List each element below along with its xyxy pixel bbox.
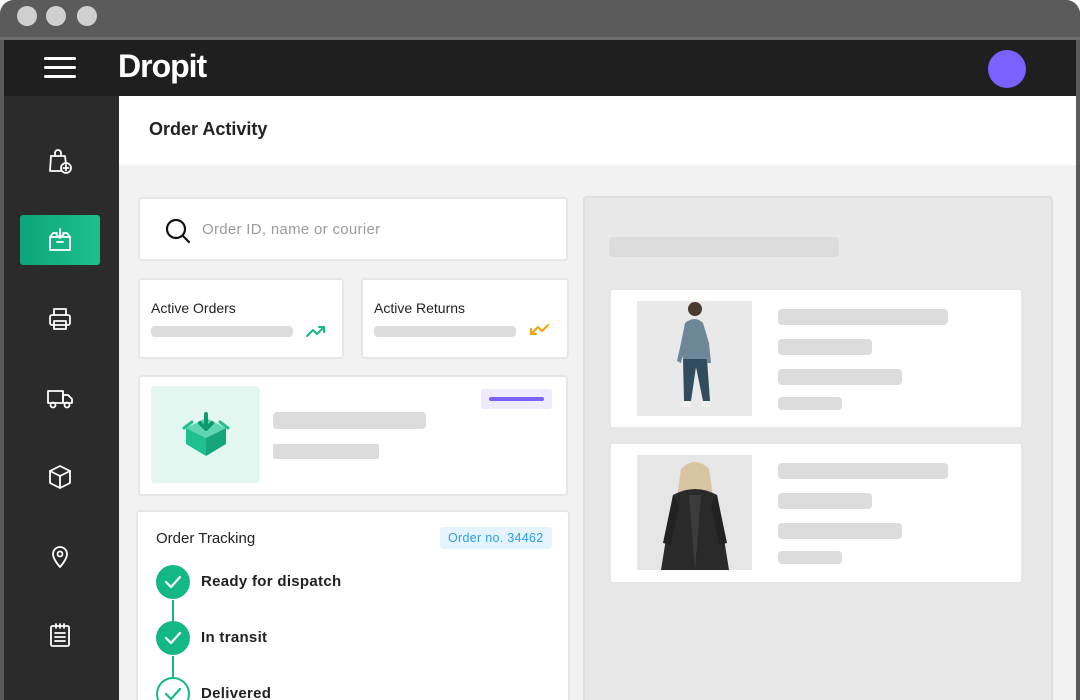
status-badge: [481, 389, 552, 409]
sidebar-item-reports[interactable]: [20, 610, 100, 660]
step-label: Ready for dispatch: [201, 573, 342, 590]
order-tracking-card: Order Tracking Order no. 34462 Ready for…: [136, 510, 570, 700]
sidebar-item-locations[interactable]: [20, 531, 100, 581]
loading-placeholder: [273, 412, 426, 429]
loading-placeholder: [374, 326, 516, 337]
package-icon: [49, 465, 71, 489]
user-avatar[interactable]: [988, 50, 1026, 88]
active-returns-card[interactable]: Active Returns: [361, 278, 569, 359]
app-window: Dropit Order Activity Order ID, name or …: [0, 0, 1080, 700]
loading-placeholder: [778, 493, 872, 509]
check-icon: [156, 565, 190, 599]
search-icon: [165, 218, 191, 244]
sidebar-item-shipping[interactable]: [20, 373, 100, 423]
window-close-button[interactable]: [17, 6, 37, 26]
location-pin-icon: [52, 546, 68, 568]
order-detail-panel: [583, 196, 1053, 700]
box-download-icon: [49, 228, 71, 251]
stat-label: Active Orders: [151, 300, 236, 316]
page-title: Order Activity: [149, 119, 268, 139]
sidebar: [4, 96, 119, 700]
loading-placeholder: [778, 369, 902, 385]
clipboard-list-icon: [50, 623, 70, 647]
loading-placeholder: [778, 463, 948, 479]
order-summary-card[interactable]: [138, 375, 568, 496]
loading-placeholder: [778, 397, 842, 410]
loading-placeholder: [151, 326, 293, 337]
check-icon: [156, 621, 190, 655]
loading-placeholder: [778, 523, 902, 539]
step-label: In transit: [201, 629, 268, 646]
sidebar-item-shop[interactable]: [20, 136, 100, 186]
loading-placeholder: [273, 444, 379, 459]
main-content: Order Activity Active Orders Active Retu…: [119, 96, 1076, 700]
step-connector: [172, 600, 174, 622]
product-photo: [637, 455, 752, 570]
box-illustration: [151, 386, 260, 483]
printer-icon: [49, 308, 71, 330]
sidebar-item-print[interactable]: [20, 294, 100, 344]
loading-placeholder: [609, 237, 839, 257]
window-minimize-button[interactable]: [46, 6, 66, 26]
trend-down-icon: [530, 324, 549, 335]
product-card[interactable]: [609, 288, 1023, 429]
app-bar: Dropit: [4, 40, 1076, 96]
sidebar-item-orders[interactable]: [20, 215, 100, 265]
product-card[interactable]: [609, 442, 1023, 584]
shopping-bag-add-icon: [49, 149, 72, 174]
box-download-icon: [182, 411, 229, 456]
product-photo: [637, 301, 752, 416]
loading-placeholder: [778, 339, 872, 355]
stat-label: Active Returns: [374, 300, 466, 316]
search-box[interactable]: [138, 197, 568, 261]
trend-up-icon: [306, 326, 325, 337]
truck-icon: [47, 390, 73, 409]
sidebar-item-inventory[interactable]: [20, 452, 100, 502]
active-orders-card[interactable]: Active Orders: [138, 278, 344, 359]
loading-placeholder: [778, 551, 842, 564]
order-number-badge[interactable]: Order no. 34462: [440, 527, 552, 549]
step-label: Delivered: [201, 685, 272, 700]
tracking-title: Order Tracking: [156, 530, 256, 547]
step-connector: [172, 656, 174, 678]
loading-placeholder: [778, 309, 948, 325]
check-icon: [156, 677, 190, 700]
search-input[interactable]: [202, 213, 552, 245]
window-maximize-button[interactable]: [77, 6, 97, 26]
page-header: Order Activity: [119, 96, 1076, 165]
app-logo: Dropit: [118, 48, 207, 84]
window-titlebar: [0, 0, 1080, 38]
menu-icon[interactable]: [44, 57, 76, 79]
